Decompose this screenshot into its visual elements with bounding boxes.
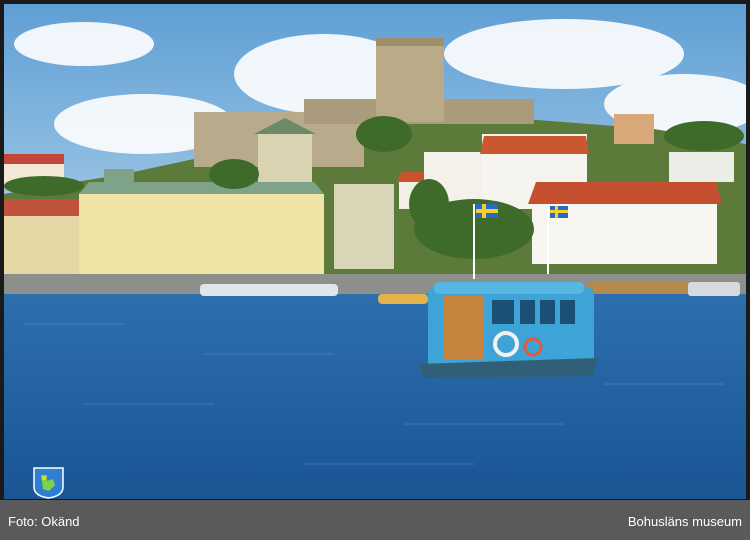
photo-credit: Foto: Okänd: [8, 514, 80, 529]
harbor-scene: [4, 4, 746, 499]
water: [4, 294, 746, 499]
postcard-photo: [4, 4, 746, 499]
ferry: [418, 282, 598, 378]
photo-frame: [0, 0, 750, 500]
caption-bar: Foto: Okänd Bohusläns museum: [0, 500, 750, 540]
bohuslan-museum-logo-icon: [33, 467, 64, 499]
source-link[interactable]: Bohusläns museum: [628, 514, 742, 529]
